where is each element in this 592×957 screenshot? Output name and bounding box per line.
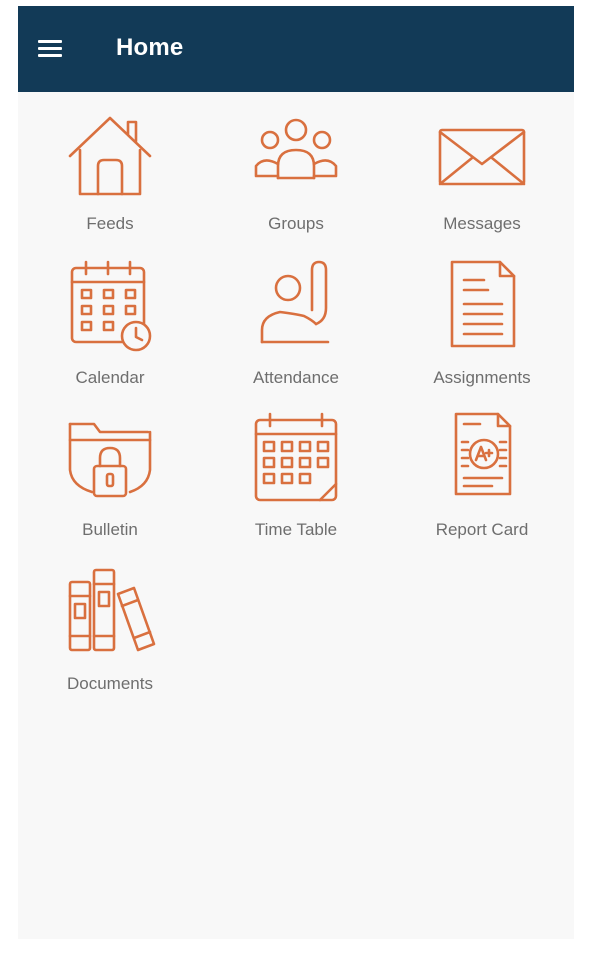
tile-feeds[interactable]: Feeds: [18, 104, 202, 250]
tile-assignments[interactable]: Assignments: [390, 258, 574, 404]
tile-report-card[interactable]: Report Card: [390, 410, 574, 556]
tile-groups[interactable]: Groups: [204, 104, 388, 250]
locked-folder-icon: [64, 410, 156, 506]
calendar-grid-icon: [250, 410, 342, 506]
tile-calendar[interactable]: Calendar: [18, 258, 202, 404]
calendar-clock-icon: [64, 258, 156, 354]
tile-label: Groups: [268, 214, 324, 233]
tile-label: Calendar: [75, 368, 145, 387]
tile-label: Time Table: [254, 520, 338, 539]
tile-label: Messages: [443, 214, 521, 233]
tile-label: Attendance: [252, 368, 339, 387]
hamburger-menu-icon[interactable]: [30, 30, 70, 66]
tile-time-table[interactable]: Time Table: [204, 410, 388, 556]
tile-attendance[interactable]: Attendance: [204, 258, 388, 404]
report-card-icon: [436, 410, 528, 506]
tile-messages[interactable]: Messages: [390, 104, 574, 250]
document-icon: [436, 258, 528, 354]
house-icon: [64, 104, 156, 200]
tile-label: Feeds: [86, 214, 134, 233]
books-icon: [64, 564, 156, 660]
tile-bulletin[interactable]: Bulletin: [18, 410, 202, 556]
tile-label: Report Card: [435, 520, 529, 539]
app-bar: Home: [18, 6, 574, 92]
home-screen: Home Feeds Groups Messages Calendar Atte…: [18, 6, 574, 939]
tile-documents[interactable]: Documents: [18, 564, 202, 710]
tile-label: Documents: [67, 674, 153, 693]
tile-label: Assignments: [433, 368, 531, 387]
tile-label: Bulletin: [82, 520, 138, 539]
page-title: Home: [116, 34, 184, 61]
raised-hand-icon: [250, 258, 342, 354]
envelope-icon: [436, 104, 528, 200]
people-group-icon: [250, 104, 342, 200]
